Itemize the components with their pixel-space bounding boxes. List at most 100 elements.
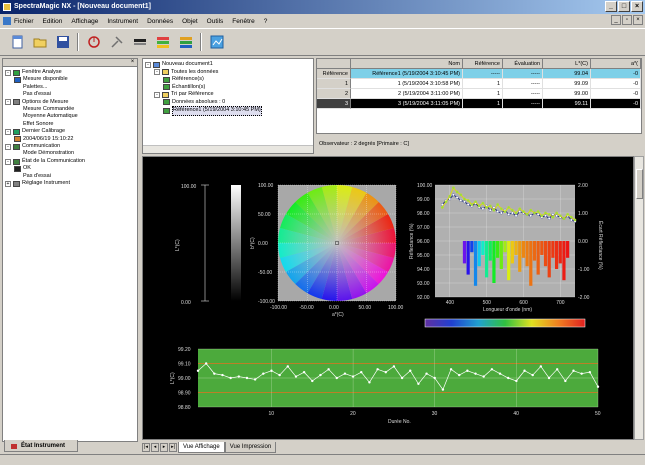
tree-item[interactable]: Mesure Commandée — [5, 106, 137, 113]
difference-bar — [518, 241, 522, 272]
collapse-icon[interactable]: - — [5, 158, 11, 165]
trend-point — [466, 369, 469, 372]
last-tab-button[interactable]: ▸| — [169, 442, 177, 452]
save-icon[interactable] — [54, 34, 71, 51]
trend-point — [245, 376, 249, 380]
trend-point — [474, 372, 477, 375]
tree-item[interactable]: Pas d'essai — [5, 173, 137, 180]
row-header[interactable]: 1 — [317, 79, 351, 89]
reflectance-point — [455, 196, 459, 199]
tree-item[interactable]: Effet Sonore — [5, 121, 137, 128]
tree-item[interactable]: - Communication — [5, 143, 137, 150]
spectrum-color-bar — [424, 318, 586, 328]
column-header-reference[interactable]: Référence — [463, 59, 503, 69]
trend-point — [286, 365, 289, 368]
doc-close-button[interactable]: × — [633, 15, 643, 25]
first-tab-button[interactable]: |◂ — [142, 442, 150, 452]
window-title: SpectraMagic NX - [Nouveau document1] — [14, 3, 151, 10]
x-axis-label: a*(C) — [332, 312, 344, 318]
reflectance-point — [547, 217, 551, 220]
table-row[interactable]: 22 (5/19/2004 3:11:00 PM) 1 ----- 99.00 -0 — [317, 89, 641, 99]
tools-icon[interactable] — [108, 34, 125, 51]
column-header-lightness[interactable]: L*(C) — [543, 59, 591, 69]
horizontal-scrollbar[interactable] — [143, 145, 313, 153]
difference-bar — [514, 241, 518, 255]
menu-help[interactable]: ? — [264, 18, 268, 25]
collapse-icon[interactable]: - — [5, 128, 11, 135]
reflectance-point — [448, 194, 452, 198]
vertical-scrollbar[interactable] — [634, 156, 644, 440]
tree-item[interactable]: Référence(s) — [145, 76, 313, 84]
next-tab-button[interactable]: ▸ — [160, 442, 168, 452]
menu-edition[interactable]: Edition — [43, 18, 63, 25]
tree-item[interactable]: OK — [5, 165, 137, 172]
tree-item[interactable]: - Nouveau document1 — [145, 61, 313, 69]
row-header[interactable]: 3 — [317, 99, 351, 109]
collapse-icon[interactable]: - — [145, 61, 151, 68]
instrument-icon[interactable] — [85, 34, 102, 51]
tree-item-label: Mode Démonstration — [23, 150, 75, 157]
menu-objet[interactable]: Objet — [182, 18, 198, 25]
close-button[interactable]: × — [631, 1, 643, 12]
tree-item[interactable]: - Fenêtre Analyse — [5, 69, 137, 76]
tree-item[interactable]: - Dernier Calibrage — [5, 128, 137, 135]
color-bars-icon[interactable] — [154, 34, 171, 51]
tree-item[interactable]: Données absolues : 0 — [145, 99, 313, 107]
tree-item[interactable]: + Réglage Instrument — [5, 180, 137, 187]
open-icon[interactable] — [31, 34, 48, 51]
measure-icon[interactable] — [208, 34, 225, 51]
tree-item[interactable]: Pas d'essai — [5, 91, 137, 98]
tree-item[interactable]: 2004/06/19 15:10:22 — [5, 136, 137, 143]
tree-item[interactable]: - Tri par Référence — [145, 91, 313, 99]
tree-item[interactable]: Mode Démonstration — [5, 150, 137, 157]
tree-item-label: Mesure disponible — [23, 76, 68, 83]
tree-item[interactable]: Échantillon(s) — [145, 84, 313, 92]
tree-item[interactable]: - État de la Communication — [5, 158, 137, 165]
table-row[interactable]: 11 (5/19/2004 3:10:58 PM) 1 ----- 99.09 -0 — [317, 79, 641, 89]
menu-donnees[interactable]: Données — [147, 18, 173, 25]
minimize-button[interactable]: _ — [605, 1, 617, 12]
tab-vue-affichage[interactable]: Vue Affichage — [178, 441, 225, 453]
collapse-icon[interactable]: - — [5, 99, 11, 106]
row-header[interactable]: Référence — [317, 69, 351, 79]
calibrate-icon[interactable] — [131, 34, 148, 51]
x-tick-label: 20 — [350, 411, 356, 417]
menu-affichage[interactable]: Affichage — [71, 18, 98, 25]
table-cell: -0 — [591, 99, 641, 109]
column-header-nom[interactable]: Nom — [351, 59, 463, 69]
doc-restore-button[interactable]: ▫ — [622, 15, 632, 25]
menu-fenetre[interactable]: Fenêtre — [232, 18, 254, 25]
reflectance-point — [477, 204, 481, 208]
tree-item[interactable]: Mesure disponible — [5, 76, 137, 84]
tree-item[interactable]: Moyenne Automatique — [5, 113, 137, 120]
tree-item[interactable]: - Toutes les données — [145, 69, 313, 77]
tree-item[interactable]: Palettes... — [5, 84, 137, 91]
collapse-icon[interactable]: - — [5, 69, 11, 76]
table-row[interactable]: 33 (5/19/2004 3:11:05 PM) 1 ----- 99.11 -0 — [317, 99, 641, 109]
tree-item[interactable]: - Options de Mesure — [5, 99, 137, 106]
row-header[interactable]: 2 — [317, 89, 351, 99]
column-header[interactable] — [317, 59, 351, 69]
collapse-icon[interactable]: - — [154, 91, 160, 98]
doc-minimize-button[interactable]: _ — [611, 15, 621, 25]
menu-instrument[interactable]: Instrument — [107, 18, 138, 25]
menu-outils[interactable]: Outils — [207, 18, 224, 25]
menu-fichier[interactable]: Fichier — [14, 18, 34, 25]
column-header-evaluation[interactable]: Évaluation — [503, 59, 543, 69]
collapse-icon[interactable]: - — [5, 143, 11, 150]
expand-icon[interactable]: + — [5, 180, 11, 187]
tab-label: État Instrument — [21, 442, 66, 449]
tree-item[interactable]: Référence1 (5/19/2004 3:10:45 PM) — [145, 106, 313, 116]
prev-tab-button[interactable]: ◂ — [151, 442, 159, 452]
tab-etat-instrument[interactable]: État Instrument — [4, 440, 78, 452]
display-icon[interactable] — [177, 34, 194, 51]
new-icon[interactable] — [8, 34, 25, 51]
y-tick-label: 92.00 — [417, 295, 430, 301]
table-row[interactable]: Référence Référence1 (5/19/2004 3:10:45 P… — [317, 69, 641, 79]
column-header-a[interactable]: a*( — [591, 59, 641, 69]
check-icon — [14, 77, 21, 84]
tab-vue-impression[interactable]: Vue Impression — [224, 441, 277, 453]
panel-close-button[interactable]: × — [129, 59, 136, 66]
collapse-icon[interactable]: - — [154, 69, 160, 76]
maximize-button[interactable]: □ — [618, 1, 630, 12]
